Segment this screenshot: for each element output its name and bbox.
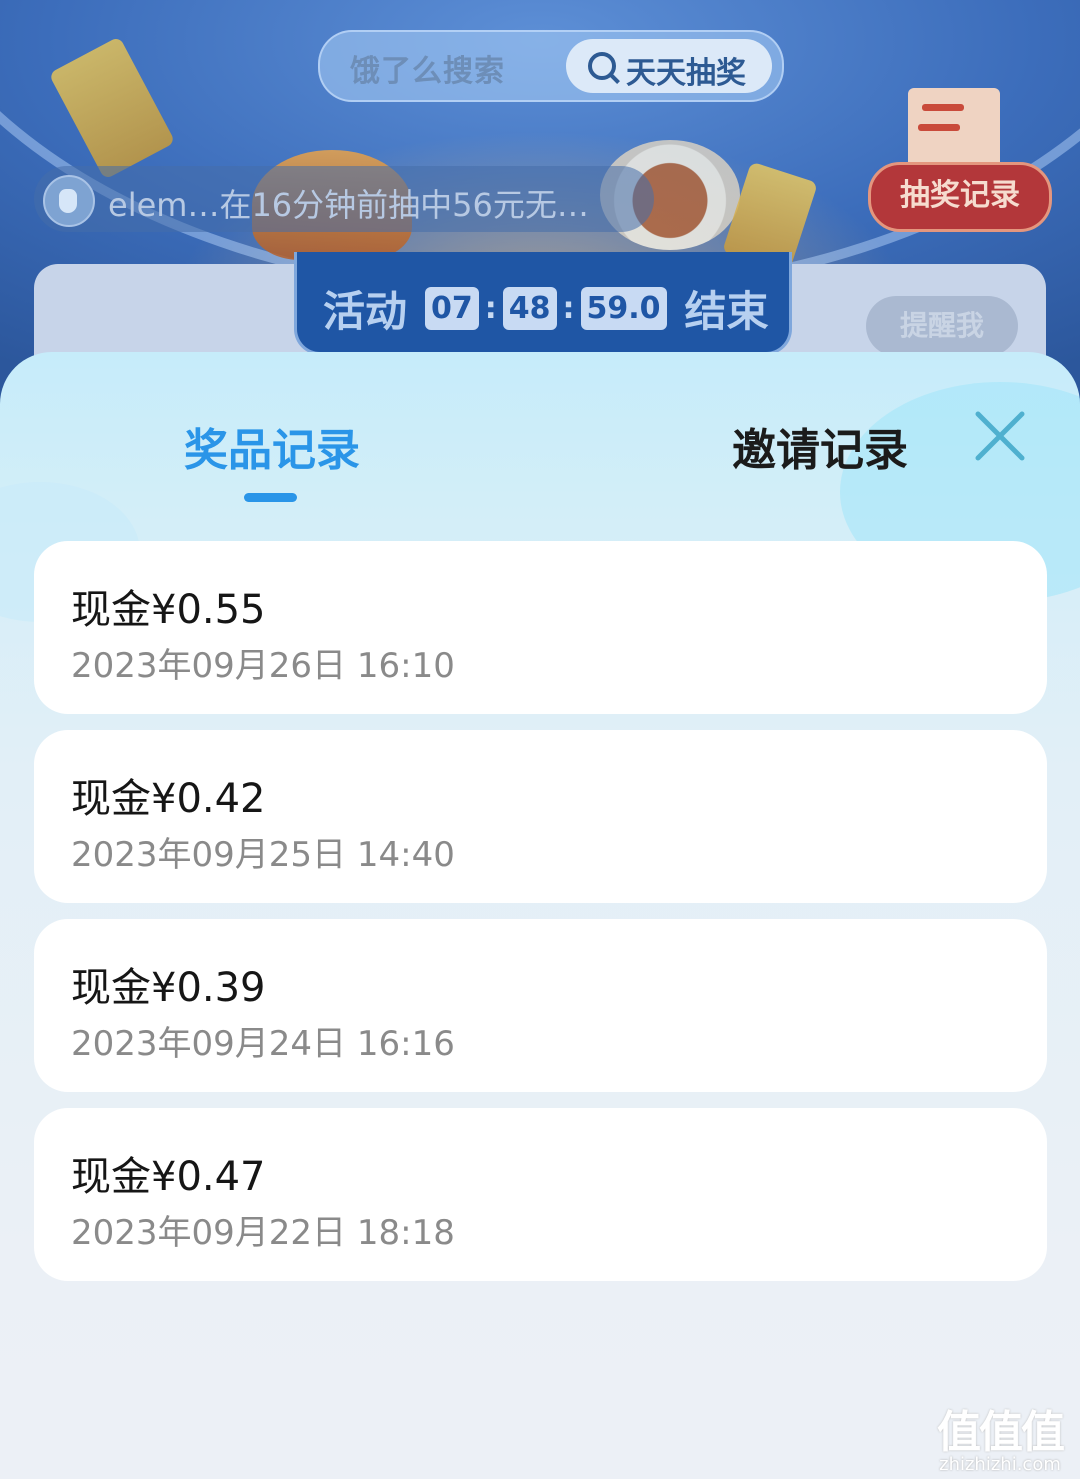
timer-suffix: 结束 [684,287,769,336]
tab-invite-records[interactable]: 邀请记录 [732,414,908,478]
timer-hours: 07 [425,287,479,330]
tab-prize-records[interactable]: 奖品记录 [184,414,360,478]
lottery-records-button[interactable]: 抽奖记录 [868,162,1052,232]
prize-amount: 现金¥0.42 [71,776,266,822]
search-bar[interactable]: 饿了么搜索 天天抽奖 [318,30,784,102]
list-item: 现金¥0.42 2023年09月25日 14:40 [34,730,1047,903]
list-item: 现金¥0.55 2023年09月26日 16:10 [34,541,1047,714]
prize-amount: 现金¥0.39 [71,965,266,1011]
search-brand-label: 饿了么搜索 [350,54,505,89]
avatar [43,175,95,227]
close-icon[interactable] [972,408,1028,464]
timer-prefix: 活动 [323,287,408,336]
prize-date: 2023年09月22日 18:18 [71,1213,455,1253]
site-watermark: 值值值 zhizhizhi.com [930,1396,1070,1475]
records-bottom-sheet: 奖品记录 邀请记录 现金¥0.55 2023年09月26日 16:10 现金¥0… [0,352,1080,1479]
countdown-timer: 活动 07 : 48 : 59.0 结束 [294,252,792,355]
prize-amount: 现金¥0.47 [71,1154,266,1200]
ticker-text: elem…在16分钟前抽中56元无… [108,186,589,224]
prize-date: 2023年09月26日 16:10 [71,646,455,686]
search-icon [588,52,616,80]
list-item: 现金¥0.39 2023年09月24日 16:16 [34,919,1047,1092]
active-tab-indicator [244,493,297,502]
prize-date: 2023年09月24日 16:16 [71,1024,455,1064]
winner-ticker: elem…在16分钟前抽中56元无… [34,166,654,232]
prize-date: 2023年09月25日 14:40 [71,835,455,875]
timer-colon: : [562,291,575,326]
lottery-search-label: 天天抽奖 [626,56,746,91]
timer-seconds: 59.0 [580,287,667,330]
list-item: 现金¥0.47 2023年09月22日 18:18 [34,1108,1047,1281]
lottery-search-button[interactable]: 天天抽奖 [566,39,772,93]
prize-record-list: 现金¥0.55 2023年09月26日 16:10 现金¥0.42 2023年0… [34,541,1047,1297]
watermark-logo: 值值值 [937,1407,1065,1458]
watermark-domain: zhizhizhi.com [939,1454,1061,1475]
prize-amount: 现金¥0.55 [71,587,266,633]
timer-minutes: 48 [502,287,557,330]
timer-colon: : [484,291,497,326]
remind-me-button[interactable]: 提醒我 [866,296,1018,356]
